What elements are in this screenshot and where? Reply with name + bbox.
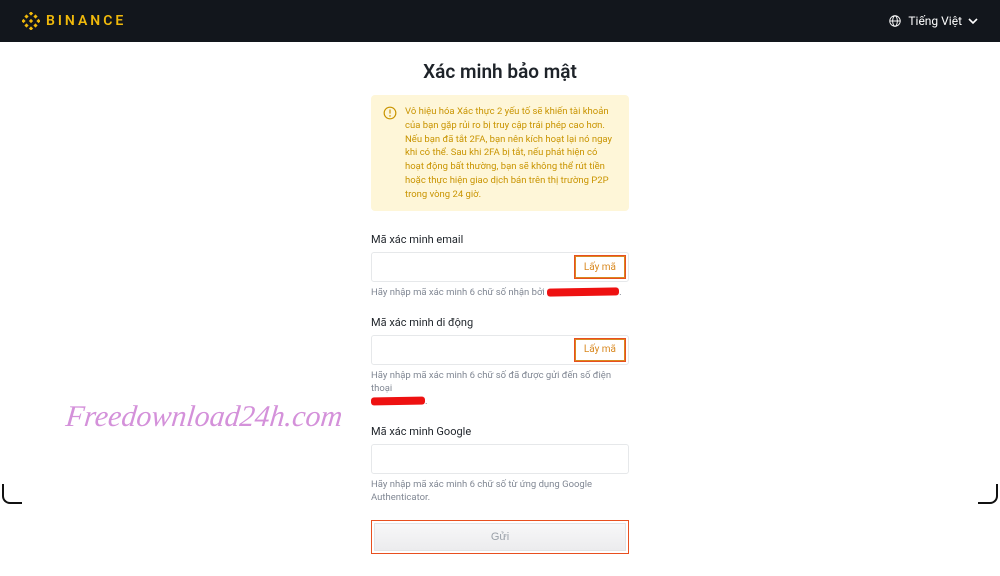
warning-box: Vô hiệu hóa Xác thực 2 yếu tố sẽ khiến t… (371, 95, 629, 211)
email-get-code-button[interactable]: Lấy mã (575, 256, 625, 278)
email-code-hint: Hãy nhập mã xác minh 6 chữ số nhận bởi . (371, 286, 629, 299)
mobile-hint-text: Hãy nhập mã xác minh 6 chữ số đã được gử… (371, 370, 611, 394)
brand-name: BINANCE (46, 13, 126, 29)
email-code-label: Mã xác minh email (371, 233, 629, 246)
chevron-down-icon (968, 16, 978, 26)
google-code-row (371, 444, 629, 474)
redacted-phone (371, 397, 425, 406)
email-code-row: Lấy mã (371, 252, 629, 282)
redacted-email (547, 288, 619, 297)
top-bar: BINANCE Tiếng Việt (0, 0, 1000, 42)
verify-card: Xác minh bảo mật Vô hiệu hóa Xác thực 2 … (355, 60, 645, 576)
language-selector[interactable]: Tiếng Việt (888, 14, 978, 28)
warning-text: Vô hiệu hóa Xác thực 2 yếu tố sẽ khiến t… (405, 105, 617, 201)
submit-button[interactable]: Gửi (374, 523, 626, 551)
binance-logo-icon (22, 12, 40, 30)
mobile-code-hint: Hãy nhập mã xác minh 6 chữ số đã được gử… (371, 369, 629, 409)
page-title: Xác minh bảo mật (371, 60, 629, 83)
language-label: Tiếng Việt (908, 14, 962, 28)
watermark: Freedownload24h.com (64, 400, 344, 434)
google-code-input[interactable] (371, 444, 629, 474)
google-code-label: Mã xác minh Google (371, 425, 629, 438)
mobile-code-label: Mã xác minh di động (371, 316, 629, 329)
globe-icon (888, 14, 902, 28)
mobile-code-row: Lấy mã (371, 335, 629, 365)
google-code-hint: Hãy nhập mã xác minh 6 chữ số từ ứng dụn… (371, 478, 629, 505)
warning-icon (383, 106, 397, 120)
brand[interactable]: BINANCE (22, 12, 126, 30)
submit-wrap: Gửi (371, 520, 629, 554)
email-hint-text: Hãy nhập mã xác minh 6 chữ số nhận bởi (371, 287, 547, 298)
mobile-get-code-button[interactable]: Lấy mã (575, 339, 625, 361)
